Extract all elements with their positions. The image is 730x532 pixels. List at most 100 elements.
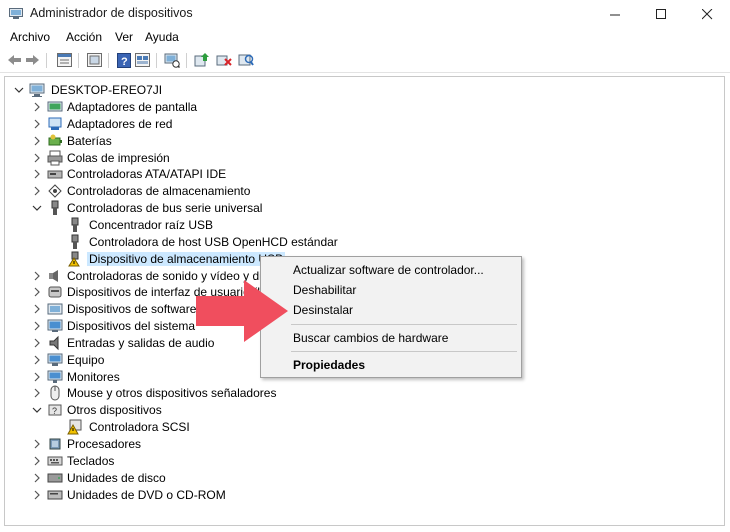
chevron-right-icon[interactable]	[31, 101, 43, 113]
tree-item[interactable]: Controladora SCSI	[49, 419, 649, 436]
tree-item[interactable]: Adaptadores de pantalla	[31, 99, 631, 116]
close-icon	[701, 8, 712, 19]
menu-item-disable[interactable]: Deshabilitar	[293, 283, 356, 297]
chevron-down-icon[interactable]	[31, 404, 43, 416]
tree-item-label: Dispositivos de software	[67, 302, 197, 317]
chevron-right-icon[interactable]	[31, 489, 43, 501]
tree-root-label: DESKTOP-EREO7JI	[51, 83, 163, 97]
toolbar-separator	[78, 53, 79, 68]
chevron-right-icon[interactable]	[31, 286, 43, 298]
dvd-icon	[47, 490, 63, 500]
maximize-button[interactable]	[638, 0, 684, 28]
sound-icon	[49, 269, 58, 282]
menu-item-scan-hardware[interactable]: Buscar cambios de hardware	[293, 331, 448, 345]
tree-item[interactable]: Procesadores	[31, 436, 631, 453]
warning-device-icon	[67, 419, 82, 435]
chevron-right-icon[interactable]	[31, 270, 43, 282]
tree-item[interactable]: Adaptadores de red	[31, 116, 631, 133]
tree-item-label: Controladora SCSI	[89, 420, 190, 435]
processor-icon	[49, 438, 61, 450]
chevron-right-icon[interactable]	[31, 387, 43, 399]
tree-item-label: Adaptadores de red	[67, 116, 173, 131]
tree-item[interactable]: Controladoras de bus serie universal	[31, 200, 631, 217]
menu-accion[interactable]: Acción	[66, 30, 102, 44]
tree-item-label: Controladoras de bus serie universal	[67, 201, 263, 216]
tree-item-label: Mouse y otros dispositivos señaladores	[67, 386, 277, 401]
chevron-right-icon[interactable]	[31, 168, 43, 180]
usb-icon	[71, 217, 79, 232]
minimize-button[interactable]	[592, 0, 638, 28]
chevron-down-icon[interactable]	[13, 84, 25, 96]
minimize-icon	[609, 14, 620, 15]
menu-separator	[291, 324, 517, 325]
chevron-right-icon[interactable]	[31, 337, 43, 349]
disk-icon	[47, 473, 63, 483]
tree-item-label: Baterías	[67, 133, 112, 148]
chevron-right-icon[interactable]	[31, 371, 43, 383]
tree-item[interactable]: Baterías	[31, 133, 631, 150]
view-icon[interactable]	[134, 52, 150, 68]
menu-item-update-driver[interactable]: Actualizar software de controlador...	[293, 263, 484, 277]
chevron-right-icon[interactable]	[31, 438, 43, 450]
help-icon[interactable]: ?	[116, 52, 132, 68]
tree-item[interactable]: Teclados	[31, 453, 631, 470]
toolbar: ?	[0, 48, 730, 73]
back-icon[interactable]	[6, 52, 22, 68]
uninstall-icon[interactable]	[216, 52, 232, 68]
menu-archivo[interactable]: Archivo	[10, 30, 50, 44]
chevron-right-icon[interactable]	[31, 354, 43, 366]
tree-item[interactable]: Concentrador raíz USB	[49, 217, 649, 234]
tree-item-label: Unidades de DVD o CD-ROM	[67, 487, 226, 502]
tree-item[interactable]: Controladoras ATA/ATAPI IDE	[31, 166, 631, 183]
update-driver-icon[interactable]	[194, 52, 210, 68]
tree-item-label: Colas de impresión	[67, 150, 170, 165]
tree-item[interactable]: Unidades de DVD o CD-ROM	[31, 487, 631, 504]
audio-icon	[49, 335, 59, 351]
tree-item[interactable]: Mouse y otros dispositivos señaladores	[31, 385, 631, 402]
tree-item[interactable]: Controladora de host USB OpenHCD estánda…	[49, 234, 649, 251]
close-button[interactable]	[684, 0, 730, 28]
chevron-right-icon[interactable]	[31, 135, 43, 147]
tree-item[interactable]: ? Otros dispositivos	[31, 402, 631, 419]
tree-root[interactable]: DESKTOP-EREO7JI	[13, 82, 713, 99]
monitor-icon[interactable]	[164, 52, 180, 68]
tree-item-label: Adaptadores de pantalla	[67, 100, 198, 114]
forward-icon[interactable]	[24, 52, 40, 68]
chevron-down-icon[interactable]	[31, 202, 43, 214]
toolbar-separator	[156, 53, 157, 68]
properties-icon[interactable]	[56, 52, 72, 68]
chevron-right-icon[interactable]	[31, 152, 43, 164]
tree-item-label: Teclados	[67, 453, 115, 468]
chevron-right-icon[interactable]	[31, 472, 43, 484]
chevron-right-icon[interactable]	[31, 185, 43, 197]
context-menu: Actualizar software de controlador... De…	[260, 256, 522, 378]
menu-ver[interactable]: Ver	[115, 30, 133, 44]
usb-icon	[51, 200, 59, 216]
tree-item-label: Procesadores	[67, 437, 142, 451]
chevron-right-icon[interactable]	[31, 320, 43, 332]
tree-item[interactable]: Unidades de disco	[31, 470, 631, 487]
chevron-right-icon[interactable]	[31, 303, 43, 315]
tree-item[interactable]: Colas de impresión	[31, 150, 631, 167]
ide-icon	[47, 170, 63, 179]
usb-icon	[71, 234, 79, 249]
menu-item-properties[interactable]: Propiedades	[293, 358, 365, 372]
show-hide-icon[interactable]	[86, 52, 102, 68]
svg-text:?: ?	[52, 406, 57, 416]
device-manager-icon	[9, 8, 23, 19]
window-title: Administrador de dispositivos	[30, 6, 193, 20]
menu-ayuda[interactable]: Ayuda	[145, 30, 179, 44]
menu-item-uninstall[interactable]: Desinstalar	[293, 303, 353, 317]
monitor-icon	[47, 370, 63, 383]
scan-icon[interactable]	[238, 52, 254, 68]
chevron-right-icon[interactable]	[31, 455, 43, 467]
battery-icon	[48, 134, 62, 146]
tree-item[interactable]: Controladoras de almacenamiento	[31, 183, 631, 200]
printer-icon	[47, 150, 63, 166]
chevron-right-icon[interactable]	[31, 118, 43, 130]
tree-item-label: Otros dispositivos	[67, 403, 162, 418]
tree-item-label: Concentrador raíz USB	[89, 217, 214, 232]
toolbar-separator	[108, 53, 109, 68]
tree-item-label: Controladora de host USB OpenHCD estánda…	[89, 234, 338, 249]
display-adapter-icon	[47, 101, 63, 112]
